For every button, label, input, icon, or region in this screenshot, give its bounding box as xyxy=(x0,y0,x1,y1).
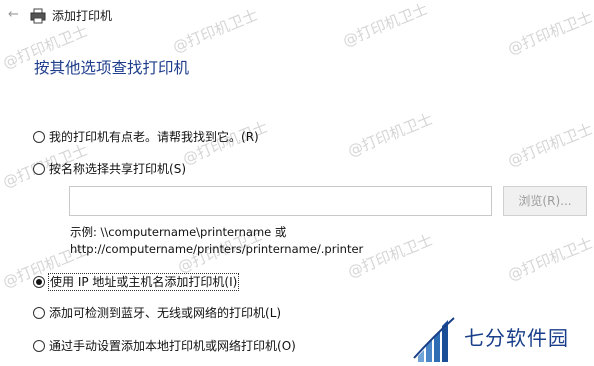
option-label: 我的打印机有点老。请帮我找到它。(R) xyxy=(49,130,259,144)
radio-button[interactable] xyxy=(33,131,45,143)
radio-button[interactable] xyxy=(33,307,45,319)
option-label: 通过手动设置添加本地打印机或网络打印机(O) xyxy=(49,339,296,353)
example-text: 示例: \\computername\printername 或 http://… xyxy=(70,224,363,258)
watermark: @打印机卫士 xyxy=(505,233,594,285)
example-line-2: http://computername/printers/printername… xyxy=(70,242,364,256)
watermark: @打印机卫士 xyxy=(345,109,436,161)
radio-button-selected[interactable] xyxy=(33,276,45,288)
printer-icon xyxy=(30,8,46,24)
option-manual-settings[interactable]: 通过手动设置添加本地打印机或网络打印机(O) xyxy=(33,337,296,355)
option-bluetooth-wireless[interactable]: 添加可检测到蓝牙、无线或网络的打印机(L) xyxy=(33,304,281,322)
brand-watermark: 七分软件园 xyxy=(412,316,592,362)
browse-button[interactable]: 浏览(R)... xyxy=(503,186,587,216)
radio-button[interactable] xyxy=(33,340,45,352)
brand-logo-icon xyxy=(412,316,456,362)
window-title: 添加打印机 xyxy=(52,9,113,23)
example-line-1: 示例: \\computername\printername 或 xyxy=(70,225,287,239)
option-label: 使用 IP 地址或主机名添加打印机(I) xyxy=(47,273,240,291)
option-label: 按名称选择共享打印机(S) xyxy=(49,162,186,176)
brand-name: 七分软件园 xyxy=(464,326,569,350)
shared-printer-name-input[interactable] xyxy=(69,186,492,216)
page-heading: 按其他选项查找打印机 xyxy=(34,59,190,77)
title-bar: ← 添加打印机 xyxy=(0,0,594,32)
option-ip-hostname[interactable]: 使用 IP 地址或主机名添加打印机(I) xyxy=(33,273,240,291)
option-shared-printer[interactable]: 按名称选择共享打印机(S) xyxy=(33,160,186,178)
watermark: @打印机卫士 xyxy=(505,119,594,171)
option-label: 添加可检测到蓝牙、无线或网络的打印机(L) xyxy=(49,306,282,320)
back-arrow-icon[interactable]: ← xyxy=(8,8,20,22)
option-old-printer[interactable]: 我的打印机有点老。请帮我找到它。(R) xyxy=(33,128,259,146)
radio-button[interactable] xyxy=(33,163,45,175)
